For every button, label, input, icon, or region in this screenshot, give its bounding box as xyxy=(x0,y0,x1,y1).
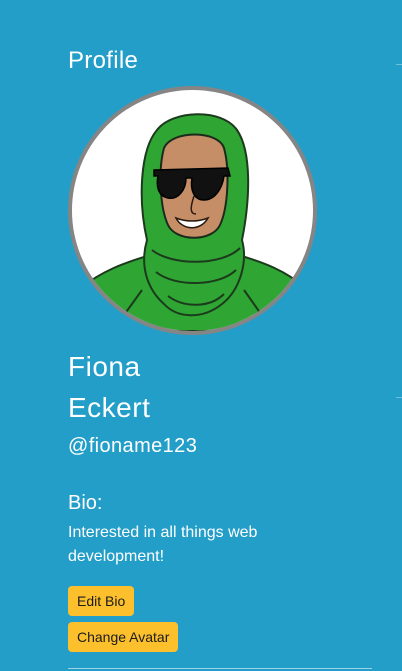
edge-divider-top xyxy=(396,64,402,65)
avatar xyxy=(68,86,317,335)
last-name: Eckert xyxy=(68,392,151,423)
change-avatar-button[interactable]: Change Avatar xyxy=(68,622,179,652)
edit-bio-button[interactable]: Edit Bio xyxy=(68,586,135,616)
section-divider xyxy=(68,668,372,669)
profile-name: Fiona Eckert xyxy=(68,346,150,428)
username-handle: @fioname123 xyxy=(68,435,198,457)
bio-label: Bio: xyxy=(68,492,103,514)
page-title: Profile xyxy=(68,47,139,74)
avatar-illustration xyxy=(72,113,313,331)
profile-panel: Profile Fiona Eckert @fioname123 Bio: In… xyxy=(68,0,378,671)
bio-text: Interested in all things web development… xyxy=(68,524,258,565)
first-name: Fiona xyxy=(68,351,141,382)
profile-page: { "profile": { "heading": "Profile", "av… xyxy=(0,0,402,671)
edge-divider-middle xyxy=(396,397,402,398)
